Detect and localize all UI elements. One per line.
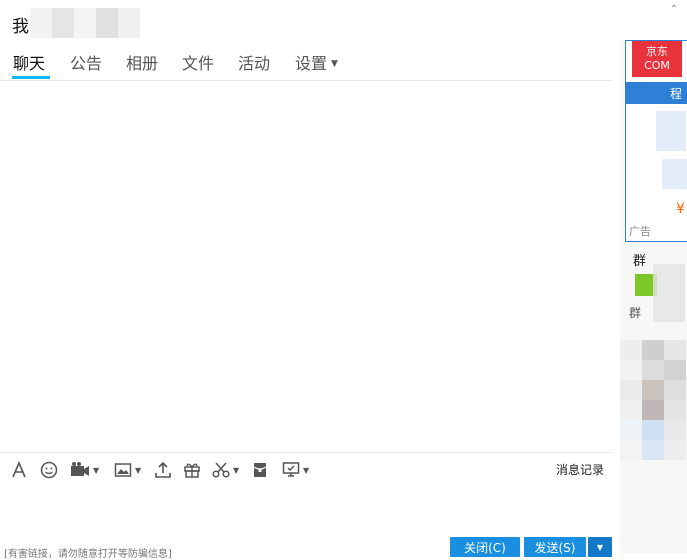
active-tab-indicator bbox=[12, 76, 50, 79]
tab-announcement[interactable]: 公告 bbox=[70, 50, 102, 74]
chevron-down-icon: ▼ bbox=[233, 465, 240, 475]
input-toolbar: ▼ ▼ ▼ ▼ 消息记录 bbox=[0, 452, 612, 487]
window-header: 我 bbox=[0, 0, 620, 44]
ad-blur bbox=[662, 159, 687, 189]
group-card-subtitle: 群 bbox=[629, 306, 642, 320]
group-app-card[interactable]: 群 群 bbox=[625, 246, 687, 326]
tab-activity[interactable]: 活动 bbox=[238, 50, 270, 74]
jd-logo: 京东 COM bbox=[632, 41, 682, 77]
tab-bar: 聊天 公告 相册 文件 活动 设置 ▼ bbox=[0, 44, 612, 81]
tab-files[interactable]: 文件 bbox=[182, 50, 214, 74]
message-input[interactable] bbox=[0, 487, 612, 537]
ad-label: 广告 bbox=[629, 225, 651, 238]
ad-price: ¥ bbox=[676, 201, 685, 217]
ad-blur bbox=[656, 111, 686, 151]
video-icon[interactable]: ▼ bbox=[70, 459, 99, 481]
screen-share-icon[interactable]: ▼ bbox=[282, 459, 309, 481]
right-sidebar: 京东 COM 程 ¥ 广告 群 群 bbox=[620, 40, 687, 553]
group-card-title: 群 bbox=[633, 254, 647, 269]
gift-icon[interactable] bbox=[183, 459, 201, 481]
emoji-icon[interactable] bbox=[40, 459, 58, 481]
chevron-down-icon: ▼ bbox=[135, 465, 142, 475]
scissors-icon[interactable]: ▼ bbox=[212, 459, 239, 481]
chevron-down-icon: ▼ bbox=[331, 59, 338, 69]
window-control-icon[interactable]: ⌃ bbox=[670, 4, 678, 15]
chat-message-area[interactable] bbox=[0, 81, 612, 451]
ad-band-text: 程 bbox=[670, 87, 683, 101]
chevron-down-icon: ▼ bbox=[303, 465, 310, 475]
tab-chat[interactable]: 聊天 bbox=[13, 50, 45, 74]
member-list-blur bbox=[620, 340, 687, 460]
red-packet-icon[interactable] bbox=[251, 459, 269, 481]
group-card-blur bbox=[653, 264, 685, 322]
message-history-link[interactable]: 消息记录 bbox=[556, 461, 604, 478]
chevron-down-icon: ▼ bbox=[93, 465, 100, 475]
send-options-button[interactable]: ▼ bbox=[588, 537, 612, 557]
redacted-title-blur bbox=[30, 8, 140, 38]
ad-banner[interactable]: 京东 COM 程 ¥ 广告 bbox=[625, 40, 687, 242]
chevron-down-icon: ▼ bbox=[596, 542, 604, 552]
tab-settings-label: 设置 bbox=[295, 54, 328, 73]
tab-album[interactable]: 相册 bbox=[126, 50, 158, 74]
send-button[interactable]: 发送(S) bbox=[524, 537, 586, 557]
upload-icon[interactable] bbox=[154, 459, 172, 481]
image-icon[interactable]: ▼ bbox=[114, 459, 141, 481]
group-title: 我 bbox=[12, 17, 29, 37]
close-button[interactable]: 关闭(C) bbox=[450, 537, 520, 557]
font-icon[interactable] bbox=[10, 459, 28, 481]
tab-settings[interactable]: 设置 ▼ bbox=[295, 50, 338, 74]
